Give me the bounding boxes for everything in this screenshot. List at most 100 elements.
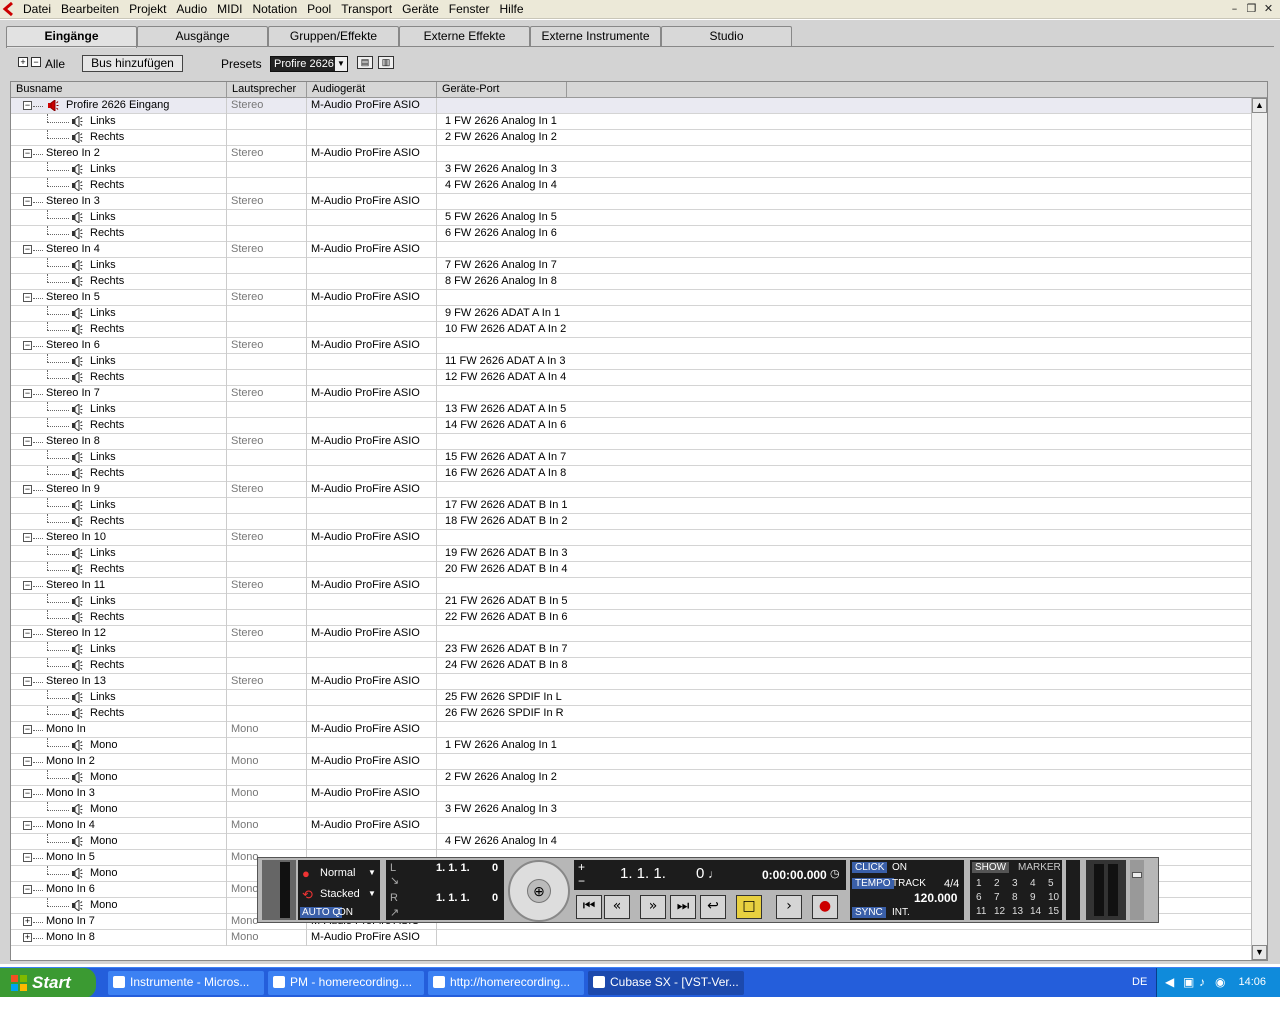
channel-row[interactable]: Links 7 FW 2626 Analog In 7 <box>11 258 1251 274</box>
bus-row[interactable]: − Mono In 3 Mono M-Audio ProFire ASIO <box>11 786 1251 802</box>
add-bus-button[interactable]: Bus hinzufügen <box>82 55 183 72</box>
column-header-device[interactable]: Audiogerät <box>307 82 437 98</box>
port-cell[interactable] <box>437 434 1251 450</box>
channel-row[interactable]: Links 23 FW 2626 ADAT B In 7 <box>11 642 1251 658</box>
port-cell[interactable]: 2 FW 2626 Analog In 2 <box>437 770 1251 786</box>
port-cell[interactable]: 6 FW 2626 Analog In 6 <box>437 226 1251 242</box>
device-cell[interactable] <box>307 114 437 130</box>
menu-fenster[interactable]: Fenster <box>444 2 495 16</box>
collapse-icon[interactable]: − <box>23 629 32 638</box>
device-cell[interactable]: M-Audio ProFire ASIO <box>307 434 437 450</box>
device-cell[interactable]: M-Audio ProFire ASIO <box>307 674 437 690</box>
taskbar-button[interactable]: PM - homerecording.... <box>268 971 424 995</box>
device-cell[interactable] <box>307 658 437 674</box>
scroll-up-arrow-icon[interactable]: ▲ <box>1252 98 1267 113</box>
menu-midi[interactable]: MIDI <box>212 2 247 16</box>
channel-row[interactable]: Rechts 18 FW 2626 ADAT B In 2 <box>11 514 1251 530</box>
device-cell[interactable]: M-Audio ProFire ASIO <box>307 338 437 354</box>
menu-notation[interactable]: Notation <box>247 2 302 16</box>
marker-button[interactable]: 1 <box>976 878 982 889</box>
position-ticks[interactable]: 0 <box>696 865 704 882</box>
device-cell[interactable]: M-Audio ProFire ASIO <box>307 786 437 802</box>
bus-name[interactable]: Stereo In 9 <box>46 482 100 497</box>
collapse-icon[interactable]: − <box>23 293 32 302</box>
port-cell[interactable] <box>437 578 1251 594</box>
collapse-icon[interactable]: − <box>23 341 32 350</box>
vertical-scrollbar[interactable]: ▲ ▼ <box>1251 98 1267 960</box>
port-cell[interactable] <box>437 722 1251 738</box>
device-cell[interactable] <box>307 802 437 818</box>
bus-row[interactable]: − Mono In 2 Mono M-Audio ProFire ASIO <box>11 754 1251 770</box>
bus-name[interactable]: Stereo In 11 <box>46 578 105 593</box>
port-cell[interactable]: 14 FW 2626 ADAT A In 6 <box>437 418 1251 434</box>
marker-button[interactable]: 11 <box>976 906 986 917</box>
marker-button[interactable]: 15 <box>1048 906 1059 917</box>
bus-name[interactable]: Stereo In 7 <box>46 386 100 401</box>
port-cell[interactable] <box>437 338 1251 354</box>
taskbar-button[interactable]: http://homerecording... <box>428 971 584 995</box>
channel-row[interactable]: Rechts 4 FW 2626 Analog In 4 <box>11 178 1251 194</box>
menu-audio[interactable]: Audio <box>171 2 212 16</box>
bus-row[interactable]: − Stereo In 2 Stereo M-Audio ProFire ASIO <box>11 146 1251 162</box>
collapse-icon[interactable]: − <box>23 581 32 590</box>
device-cell[interactable] <box>307 306 437 322</box>
device-cell[interactable]: M-Audio ProFire ASIO <box>307 722 437 738</box>
port-cell[interactable]: 1 FW 2626 Analog In 1 <box>437 114 1251 130</box>
device-cell[interactable]: M-Audio ProFire ASIO <box>307 530 437 546</box>
bus-name[interactable]: Stereo In 5 <box>46 290 100 305</box>
bus-row[interactable]: − Profire 2626 Eingang Stereo M-Audio ProFi… <box>11 98 1251 114</box>
channel-row[interactable]: Rechts 2 FW 2626 Analog In 2 <box>11 130 1251 146</box>
tab-externe-effekte[interactable]: Externe Effekte <box>399 26 530 46</box>
channel-row[interactable]: Rechts 16 FW 2626 ADAT A In 8 <box>11 466 1251 482</box>
channel-row[interactable]: Links 9 FW 2626 ADAT A In 1 <box>11 306 1251 322</box>
bus-row[interactable]: − Stereo In 6 Stereo M-Audio ProFire ASIO <box>11 338 1251 354</box>
port-cell[interactable]: 10 FW 2626 ADAT A In 2 <box>437 322 1251 338</box>
device-cell[interactable]: M-Audio ProFire ASIO <box>307 482 437 498</box>
bus-name[interactable]: Stereo In 2 <box>46 146 100 161</box>
right-locator-ticks[interactable]: 0 <box>492 892 498 904</box>
port-cell[interactable] <box>437 930 1251 946</box>
device-cell[interactable] <box>307 498 437 514</box>
bus-row[interactable]: − Stereo In 11 Stereo M-Audio ProFire ASIO <box>11 578 1251 594</box>
channel-row[interactable]: Rechts 12 FW 2626 ADAT A In 4 <box>11 370 1251 386</box>
minimize-button[interactable]: – <box>1226 2 1243 17</box>
sync-button[interactable]: SYNC <box>852 907 886 918</box>
device-cell[interactable] <box>307 610 437 626</box>
port-cell[interactable]: 8 FW 2626 Analog In 8 <box>437 274 1251 290</box>
marker-button[interactable]: 8 <box>1012 892 1018 903</box>
record-button[interactable]: ● <box>812 895 838 919</box>
port-cell[interactable]: 20 FW 2626 ADAT B In 4 <box>437 562 1251 578</box>
bus-row[interactable]: − Stereo In 12 Stereo M-Audio ProFire ASIO <box>11 626 1251 642</box>
port-cell[interactable]: 23 FW 2626 ADAT B In 7 <box>437 642 1251 658</box>
marker-button[interactable]: 10 <box>1048 892 1059 903</box>
device-cell[interactable]: M-Audio ProFire ASIO <box>307 194 437 210</box>
port-cell[interactable] <box>437 98 1251 114</box>
port-cell[interactable]: 26 FW 2626 SPDIF In R <box>437 706 1251 722</box>
bus-name[interactable]: Stereo In 6 <box>46 338 100 353</box>
close-button[interactable]: ✕ <box>1260 2 1277 17</box>
menu-transport[interactable]: Transport <box>336 2 397 16</box>
marker-button[interactable]: 14 <box>1030 906 1041 917</box>
channel-row[interactable]: Rechts 14 FW 2626 ADAT A In 6 <box>11 418 1251 434</box>
column-header-port[interactable]: Geräte-Port <box>437 82 567 98</box>
collapse-all-button[interactable]: − <box>31 57 41 67</box>
collapse-icon[interactable]: − <box>23 757 32 766</box>
port-cell[interactable]: 11 FW 2626 ADAT A In 3 <box>437 354 1251 370</box>
port-cell[interactable]: 5 FW 2626 Analog In 5 <box>437 210 1251 226</box>
port-cell[interactable]: 13 FW 2626 ADAT A In 5 <box>437 402 1251 418</box>
channel-row[interactable]: Links 5 FW 2626 Analog In 5 <box>11 210 1251 226</box>
rewind-button[interactable]: « <box>604 895 630 919</box>
column-header-speaker[interactable]: Lautsprecher <box>227 82 307 98</box>
tab-ausgänge[interactable]: Ausgänge <box>137 26 268 46</box>
port-cell[interactable] <box>437 386 1251 402</box>
bus-name[interactable]: Mono In 2 <box>46 754 95 769</box>
left-locator-icon[interactable]: L <box>390 862 396 874</box>
device-cell[interactable] <box>307 514 437 530</box>
collapse-icon[interactable]: − <box>23 853 32 862</box>
device-cell[interactable] <box>307 642 437 658</box>
channel-row[interactable]: Links 13 FW 2626 ADAT A In 5 <box>11 402 1251 418</box>
jog-shuttle-wheel[interactable]: ⊕ <box>508 860 570 922</box>
channel-row[interactable]: Rechts 26 FW 2626 SPDIF In R <box>11 706 1251 722</box>
collapse-icon[interactable]: − <box>23 533 32 542</box>
cycle-mode-stacked[interactable]: Stacked <box>320 888 360 900</box>
